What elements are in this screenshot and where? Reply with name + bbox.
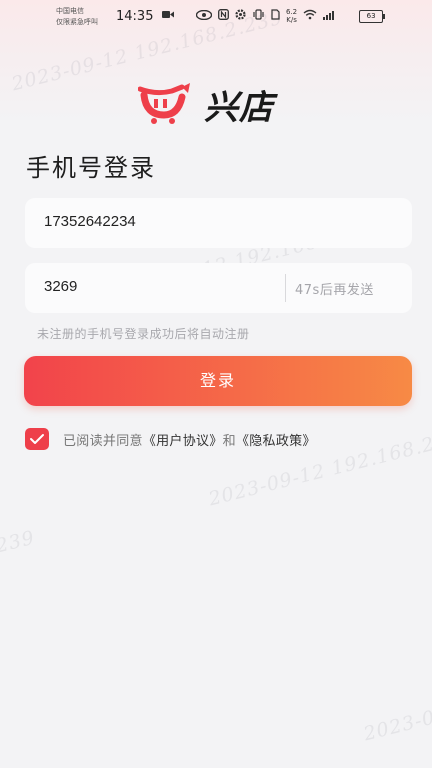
signal-icon	[323, 10, 337, 23]
nfc-icon	[218, 9, 229, 23]
carrier-status: 仅限紧急呼叫	[56, 18, 98, 26]
checkmark-icon	[30, 434, 44, 444]
eye-icon	[195, 9, 213, 23]
settings-icon	[235, 9, 246, 23]
brand-logo: 兴店	[137, 80, 274, 129]
carrier-name: 中国电信	[56, 7, 84, 15]
page-title: 手机号登录	[26, 154, 156, 182]
verification-code-input[interactable]: 3269 47s后再发送	[25, 263, 412, 313]
login-button[interactable]: 登录	[24, 356, 412, 406]
brand-name: 兴店	[204, 88, 274, 128]
wifi-icon	[303, 9, 317, 23]
phone-value: 17352642234	[44, 213, 136, 230]
video-record-icon	[162, 10, 174, 22]
agreement-text: 已阅读并同意《用户协议》和《隐私政策》	[63, 430, 316, 449]
net-speed-unit: K/s	[286, 16, 297, 24]
battery-icon: 63	[359, 9, 386, 23]
phone-input[interactable]: 17352642234	[25, 198, 412, 248]
net-speed: 6.2 K/s	[286, 8, 297, 24]
watermark: 2023-09-12 192.168.2.239	[0, 526, 38, 616]
shopping-cart-logo-icon	[137, 81, 198, 129]
agree-and: 和	[222, 433, 236, 449]
resend-code-button[interactable]: 47s后再发送	[295, 279, 374, 298]
watermark: 2023-09-12 192.168.2.239	[361, 657, 432, 746]
status-icons: 6.2 K/s 63	[162, 8, 386, 24]
status-bar: 中国电信 仅限紧急呼叫 14:35 6.2 K/s 63	[0, 0, 432, 34]
net-speed-value: 6.2	[286, 8, 298, 16]
register-hint: 未注册的手机号登录成功后将自动注册	[37, 327, 250, 341]
agreement-row: 已阅读并同意《用户协议》和《隐私政策》	[25, 428, 316, 450]
privacy-policy-link[interactable]: 《隐私政策》	[236, 434, 316, 449]
agree-checkbox[interactable]	[25, 428, 49, 450]
battery-level: 63	[366, 11, 376, 20]
vibrate-icon	[252, 9, 265, 23]
sim-icon	[271, 9, 280, 23]
carrier-info: 中国电信 仅限紧急呼叫	[56, 6, 98, 28]
clock: 14:35	[116, 9, 154, 24]
field-divider	[285, 274, 286, 302]
user-agreement-link[interactable]: 《用户协议》	[143, 434, 223, 449]
code-value: 3269	[44, 278, 78, 295]
agree-prefix: 已阅读并同意	[63, 433, 143, 449]
